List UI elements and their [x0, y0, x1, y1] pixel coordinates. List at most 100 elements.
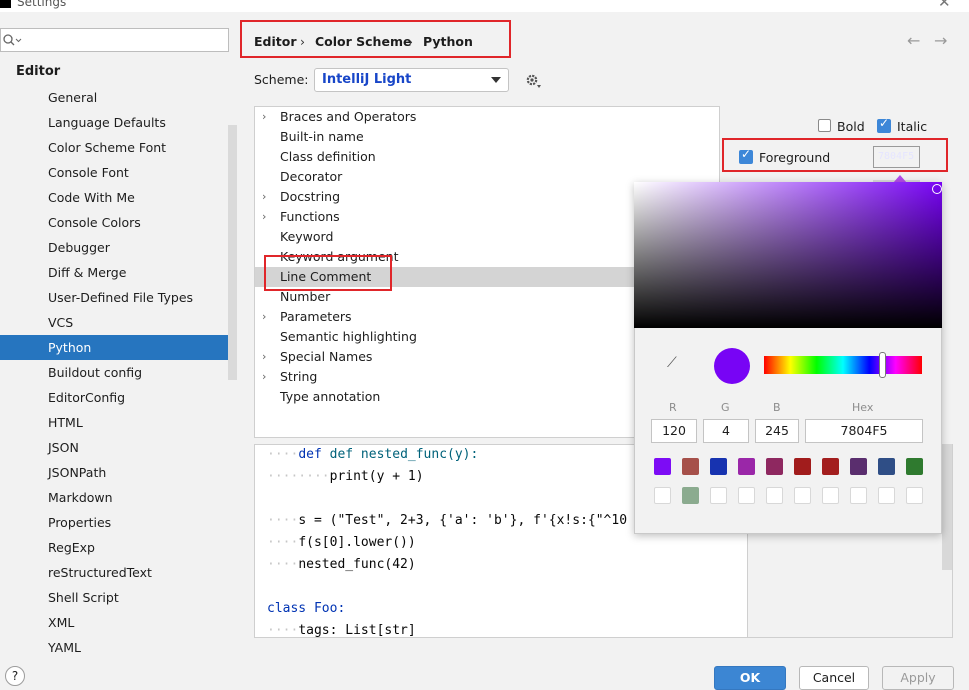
sidebar-item-editorconfig[interactable]: EditorConfig [0, 385, 237, 410]
sidebar-item-shell-script[interactable]: Shell Script [0, 585, 237, 610]
chevron-right-icon[interactable]: › [262, 307, 266, 327]
saved-color-swatch[interactable] [682, 487, 699, 504]
saturation-handle[interactable] [932, 184, 942, 194]
eyedropper-icon[interactable]: ⟋ [667, 355, 677, 371]
tree-item-label: Class definition [280, 149, 376, 164]
sidebar-item-user-defined-file-types[interactable]: User-Defined File Types [0, 285, 237, 310]
sidebar-item-vcs[interactable]: VCS [0, 310, 237, 335]
saturation-brightness-area[interactable] [634, 182, 942, 328]
tree-item-label: Decorator [280, 169, 343, 184]
saved-color-swatch[interactable] [766, 487, 783, 504]
recent-color-swatch[interactable] [710, 458, 727, 475]
italic-checkbox[interactable]: ✓ [877, 116, 891, 133]
help-button[interactable]: ? [5, 666, 25, 686]
breadcrumb-editor[interactable]: Editor [254, 34, 297, 49]
hue-slider[interactable] [764, 356, 922, 374]
gear-icon[interactable] [524, 72, 542, 90]
title-bar: Settings ✕ [0, 0, 969, 12]
back-arrow-icon[interactable]: ← [907, 31, 920, 50]
recent-color-swatch[interactable] [766, 458, 783, 475]
tree-item[interactable]: Built-in name [255, 127, 719, 147]
recent-color-swatch[interactable] [738, 458, 755, 475]
chevron-right-icon[interactable]: › [262, 187, 266, 207]
tree-item[interactable]: › Braces and Operators [255, 107, 719, 127]
tree-item-label: Number [280, 289, 331, 304]
line-comment-highlight-box [264, 255, 392, 291]
sidebar-item-language-defaults[interactable]: Language Defaults [0, 110, 237, 135]
recent-color-swatch[interactable] [850, 458, 867, 475]
chevron-right-icon[interactable]: › [262, 107, 266, 127]
recent-color-swatch[interactable] [682, 458, 699, 475]
recent-color-swatch[interactable] [654, 458, 671, 475]
saved-color-swatch[interactable] [654, 487, 671, 504]
forward-arrow-icon[interactable]: → [934, 31, 947, 50]
saved-color-swatch[interactable] [710, 487, 727, 504]
saved-color-swatch[interactable] [822, 487, 839, 504]
code-line: ····nested_func(42) [267, 557, 416, 572]
sidebar-item-code-with-me[interactable]: Code With Me [0, 185, 237, 210]
code-line-text: f(s[0].lower()) [298, 535, 416, 550]
scheme-select-value: IntelliJ Light [322, 72, 412, 87]
sidebar-item-jsonpath[interactable]: JSONPath [0, 460, 237, 485]
close-icon[interactable]: ✕ [938, 0, 951, 11]
apply-button[interactable]: Apply [882, 666, 954, 690]
sidebar-item-debugger[interactable]: Debugger [0, 235, 237, 260]
saved-color-swatch[interactable] [794, 487, 811, 504]
foreground-color-swatch[interactable]: 7804F5 [873, 146, 920, 168]
sidebar-item-console-colors[interactable]: Console Colors [0, 210, 237, 235]
tree-item-label: Keyword [280, 229, 334, 244]
code-line: ····tags: List[str] [267, 623, 416, 638]
recent-color-swatch[interactable] [822, 458, 839, 475]
breadcrumb-separator: › [300, 34, 305, 49]
recent-color-swatch[interactable] [906, 458, 923, 475]
chevron-right-icon[interactable]: › [262, 207, 266, 227]
bold-checkbox[interactable] [818, 119, 831, 132]
sidebar-item-buildout-config[interactable]: Buildout config [0, 360, 237, 385]
saved-color-swatch[interactable] [738, 487, 755, 504]
sidebar-item-console-font[interactable]: Console Font [0, 160, 237, 185]
recent-color-swatch[interactable] [794, 458, 811, 475]
sidebar-item-json[interactable]: JSON [0, 435, 237, 460]
foreground-checkbox[interactable]: ✓ [739, 147, 753, 164]
breadcrumb-python: Python [423, 34, 473, 49]
b-input[interactable]: 245 [755, 419, 799, 443]
sidebar-item-xml[interactable]: XML [0, 610, 237, 635]
options-scrollbar[interactable] [942, 444, 952, 570]
cancel-button[interactable]: Cancel [799, 666, 869, 690]
hue-slider-thumb[interactable] [879, 352, 886, 378]
chevron-right-icon[interactable]: › [262, 367, 266, 387]
saved-color-swatch[interactable] [906, 487, 923, 504]
chevron-right-icon[interactable]: › [262, 347, 266, 367]
search-input[interactable] [0, 28, 229, 52]
tree-item-label: Type annotation [280, 389, 381, 404]
tree-item-label: Built-in name [280, 129, 364, 144]
g-input[interactable]: 4 [703, 419, 749, 443]
sidebar-item-diff-merge[interactable]: Diff & Merge [0, 260, 237, 285]
g-label: G [721, 401, 730, 414]
hex-label: Hex [852, 401, 874, 414]
sidebar-scrollbar[interactable] [228, 125, 237, 380]
r-input[interactable]: 120 [651, 419, 697, 443]
tree-item[interactable]: Class definition [255, 147, 719, 167]
recent-color-swatch[interactable] [878, 458, 895, 475]
scheme-select[interactable]: IntelliJ Light [314, 68, 509, 92]
code-line: ····def def nested_func(y): [267, 447, 479, 462]
ok-button[interactable]: OK [714, 666, 786, 690]
sidebar-section-editor[interactable]: Editor [16, 64, 60, 79]
sidebar-item-markdown[interactable]: Markdown [0, 485, 237, 510]
breadcrumb-color-scheme[interactable]: Color Scheme [315, 34, 411, 49]
sidebar-item-python[interactable]: Python [0, 335, 237, 360]
sidebar-item-properties[interactable]: Properties [0, 510, 237, 535]
saved-color-swatch[interactable] [878, 487, 895, 504]
sidebar-item-restructuredtext[interactable]: reStructuredText [0, 560, 237, 585]
tree-item-label: String [280, 369, 318, 384]
saved-color-swatch[interactable] [850, 487, 867, 504]
sidebar-item-color-scheme-font[interactable]: Color Scheme Font [0, 135, 237, 160]
code-line-text: def nested_func(y): [329, 447, 479, 462]
sidebar-item-html[interactable]: HTML [0, 410, 237, 435]
sidebar-item-general[interactable]: General [0, 85, 237, 110]
hex-input[interactable]: 7804F5 [805, 419, 923, 443]
sidebar-item-regexp[interactable]: RegExp [0, 535, 237, 560]
sidebar-item-yaml[interactable]: YAML [0, 635, 237, 660]
italic-label: Italic [897, 119, 928, 134]
